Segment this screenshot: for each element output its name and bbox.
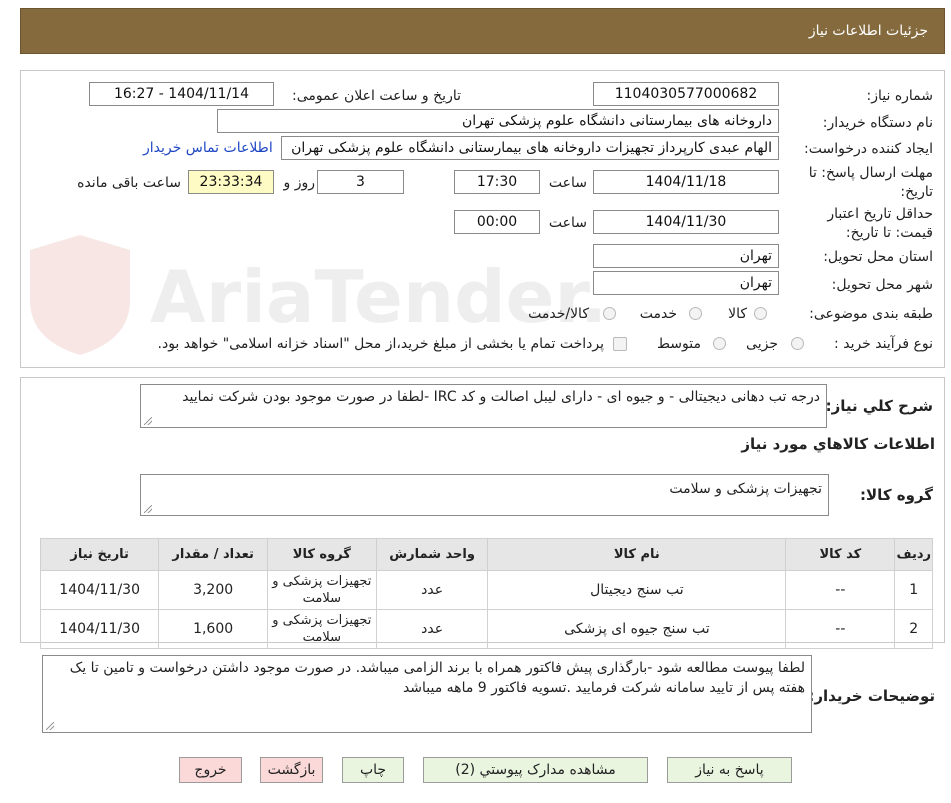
goods-group-textarea[interactable]: تجهیزات پزشکی و سلامت [140, 474, 829, 516]
category-radio-goods[interactable] [754, 307, 767, 320]
cell-goods-group: تجهیزات پزشکی و سلامت [266, 609, 377, 649]
buyer-notes-text: لطفا پیوست مطالعه شود -بارگذاری پیش فاکت… [69, 660, 805, 696]
table-row: 1 -- تب سنج دیجیتال عدد تجهیزات پزشکی و … [39, 570, 933, 610]
deadline-date-field: 1404/11/18 [593, 170, 779, 194]
cell-unit: عدد [375, 609, 489, 649]
buyer-notes-label: توضیحات خریدار: [808, 687, 935, 705]
respond-button[interactable]: پاسخ به نیاز [667, 757, 792, 783]
cell-need-date: 1404/11/30 [39, 609, 160, 649]
resize-grip[interactable] [144, 417, 152, 425]
col-header-item-name: نام کالا [487, 538, 787, 571]
category-radio-goods-service[interactable] [603, 307, 616, 320]
creator-field: الهام عبدی کارپرداز تجهیزات داروخانه های… [281, 136, 779, 160]
cell-item-name: تب سنج دیجیتال [487, 570, 787, 610]
creator-label: ایجاد کننده درخواست: [804, 141, 933, 157]
summary-textarea[interactable]: درجه تب دهانی دیجیتالی - و جیوه ای - دار… [140, 384, 827, 428]
province-label: استان محل تحویل: [823, 249, 933, 265]
process-radio-minor[interactable] [791, 337, 804, 350]
announce-label: تاریخ و ساعت اعلان عمومی: [292, 88, 461, 104]
treasury-payment-note: پرداخت تمام یا بخشی از مبلغ خرید،از محل … [157, 336, 604, 352]
category-radio-service[interactable] [689, 307, 702, 320]
cell-row-number: 2 [894, 609, 933, 649]
cell-row-number: 1 [894, 570, 933, 610]
exit-button[interactable]: خروج [179, 757, 242, 783]
category-option-goods-service: کالا/خدمت [528, 306, 589, 322]
col-header-goods-group: گروه کالا [266, 538, 377, 571]
goods-section-title: اطلاعات کالاهاي مورد نياز [741, 435, 935, 453]
resize-grip[interactable] [46, 722, 54, 730]
deadline-time-label: ساعت [548, 175, 587, 191]
days-remaining-field: 3 [317, 170, 404, 194]
cell-goods-group: تجهیزات پزشکی و سلامت [266, 570, 377, 610]
cell-item-code: -- [785, 570, 896, 610]
cell-quantity: 3,200 [158, 570, 268, 610]
city-label: شهر محل تحویل: [831, 277, 933, 293]
province-field: تهران [593, 244, 779, 268]
col-header-need-date: تاریخ نیاز [39, 538, 160, 571]
summary-label: شرح کلي نياز: [825, 397, 933, 415]
summary-text: درجه تب دهانی دیجیتالی - و جیوه ای - دار… [182, 389, 820, 405]
col-header-quantity: تعداد / مقدار [158, 538, 268, 571]
city-field: تهران [593, 271, 779, 295]
col-header-item-code: کد کالا [785, 538, 896, 571]
col-header-unit: واحد شمارش [375, 538, 489, 571]
cell-item-name: تب سنج جیوه ای پزشکی [487, 609, 787, 649]
remaining-time-label: ساعت باقی مانده [77, 175, 181, 191]
buyer-notes-textarea[interactable]: لطفا پیوست مطالعه شود -بارگذاری پیش فاکت… [42, 655, 812, 733]
validity-time-label: ساعت [548, 215, 587, 231]
deadline-label: مهلت ارسال پاسخ: تا [808, 165, 933, 181]
process-label: نوع فرآیند خرید : [834, 336, 933, 352]
view-attachments-button[interactable]: مشاهده مدارک پیوستي (2) [423, 757, 648, 783]
cell-quantity: 1,600 [158, 609, 268, 649]
resize-grip[interactable] [144, 505, 152, 513]
category-option-goods: کالا [728, 306, 747, 322]
validity-label: حداقل تاریخ اعتبار [827, 206, 933, 222]
buyer-contact-link[interactable]: اطلاعات تماس خریدار [143, 140, 273, 156]
category-option-service: خدمت [639, 306, 677, 322]
process-option-minor: جزیی [746, 336, 778, 352]
need-number-label: شماره نیاز: [866, 88, 934, 104]
print-button[interactable]: چاپ [342, 757, 404, 783]
validity-date-field: 1404/11/30 [593, 210, 779, 234]
items-table: ردیف کد کالا نام کالا واحد شمارش گروه کا… [39, 538, 933, 649]
process-radio-medium[interactable] [713, 337, 726, 350]
validity-label-2: قیمت: تا تاریخ: [845, 225, 933, 241]
page-header: جزئیات اطلاعات نیاز [20, 8, 945, 54]
goods-group-text: تجهیزات پزشکی و سلامت [669, 481, 822, 497]
col-header-row-number: ردیف [894, 538, 933, 571]
need-number-field: 1104030577000682 [593, 82, 779, 106]
treasury-payment-checkbox[interactable] [613, 337, 627, 351]
cell-need-date: 1404/11/30 [39, 570, 160, 610]
buyer-org-label: نام دستگاه خریدار: [822, 115, 933, 131]
days-label: روز و [283, 175, 316, 191]
table-header-row: ردیف کد کالا نام کالا واحد شمارش گروه کا… [39, 538, 933, 571]
cell-unit: عدد [375, 570, 489, 610]
remaining-time-field: 23:33:34 [188, 170, 274, 194]
back-button[interactable]: بازگشت [260, 757, 323, 783]
buyer-org-field: داروخانه های بیمارستانی دانشگاه علوم پزش… [217, 109, 779, 133]
cell-item-code: -- [785, 609, 896, 649]
goods-group-label: گروه کالا: [860, 486, 933, 504]
category-label: طبقه بندی موضوعی: [809, 306, 933, 322]
table-row: 2 -- تب سنج جیوه ای پزشکی عدد تجهیزات پز… [39, 609, 933, 649]
page-title: جزئیات اطلاعات نیاز [808, 23, 928, 39]
deadline-label-2: تاریخ: [900, 184, 933, 200]
validity-time-field: 00:00 [454, 210, 540, 234]
process-option-medium: متوسط [657, 336, 701, 352]
deadline-time-field: 17:30 [454, 170, 540, 194]
announce-field: 1404/11/14 - 16:27 [89, 82, 274, 106]
